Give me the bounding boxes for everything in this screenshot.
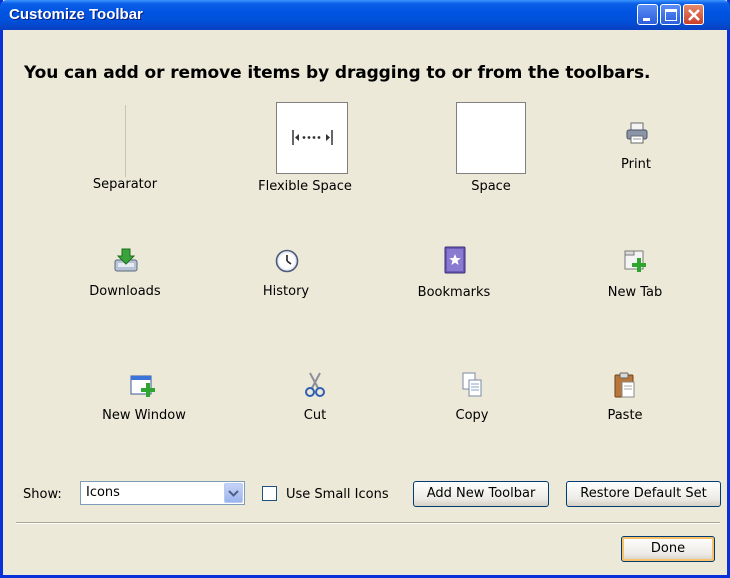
show-label: Show:	[23, 487, 62, 502]
palette-item-label: Flexible Space	[258, 179, 352, 194]
maximize-icon	[665, 9, 677, 21]
show-select[interactable]: Icons	[80, 481, 245, 505]
downloads-icon	[114, 248, 138, 272]
palette-item-label: New Window	[102, 408, 186, 423]
minimize-icon	[643, 18, 650, 21]
palette-item-label: Separator	[92, 177, 158, 192]
small-icons-label: Use Small Icons	[286, 487, 389, 502]
window-title: Customize Toolbar	[9, 6, 143, 23]
customize-toolbar-dialog: Customize Toolbar You can add or remove …	[0, 0, 730, 578]
palette-item-label: Space	[471, 179, 511, 194]
copy-icon	[462, 372, 482, 397]
palette-item-label: Paste	[607, 408, 643, 423]
paste-icon	[614, 372, 635, 398]
palette-item-label: Bookmarks	[417, 285, 491, 300]
palette-item-label: New Tab	[607, 285, 663, 300]
add-new-toolbar-button[interactable]: Add New Toolbar	[413, 481, 549, 507]
clock-icon	[275, 249, 299, 273]
scissors-icon	[305, 372, 325, 397]
separator-icon	[125, 105, 126, 177]
close-button[interactable]	[683, 4, 704, 25]
palette-item-label: Print	[621, 157, 651, 172]
show-select-value: Icons	[86, 485, 120, 500]
chevron-down-icon[interactable]	[224, 483, 243, 503]
done-button[interactable]: Done	[621, 536, 715, 562]
small-icons-checkbox[interactable]	[262, 486, 277, 501]
new-tab-icon	[624, 250, 646, 272]
instructions-text: You can add or remove items by dragging …	[24, 63, 651, 83]
new-window-icon	[130, 375, 155, 397]
palette-item-label: Cut	[303, 408, 327, 423]
palette-item-label: Downloads	[89, 284, 161, 299]
palette-item-label: Copy	[455, 408, 489, 423]
bookmarks-icon	[444, 246, 466, 274]
palette-item-label: History	[262, 284, 310, 299]
minimize-button[interactable]	[637, 4, 658, 25]
maximize-button[interactable]	[660, 4, 681, 25]
title-bar[interactable]: Customize Toolbar	[0, 0, 730, 30]
divider	[16, 522, 720, 524]
close-icon	[688, 9, 700, 21]
restore-default-set-button[interactable]: Restore Default Set	[566, 481, 721, 507]
flexible-space-icon	[276, 102, 348, 174]
space-icon	[456, 102, 526, 174]
printer-icon	[626, 122, 648, 144]
